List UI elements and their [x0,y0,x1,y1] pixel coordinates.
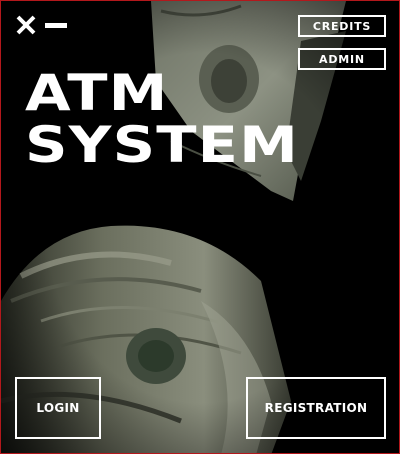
login-button[interactable]: LOGIN [15,377,101,439]
title-line-2: SYSTEM [25,116,300,174]
minimize-icon[interactable] [45,14,67,36]
close-icon[interactable] [15,14,37,36]
admin-button[interactable]: ADMIN [298,48,386,70]
title-line-1: ATM [25,64,169,122]
atm-window: CREDITS ADMIN ATM SYSTEM LOGIN REGISTRAT… [0,0,400,454]
window-controls [15,14,67,36]
credits-button[interactable]: CREDITS [298,15,386,37]
registration-button[interactable]: REGISTRATION [246,377,386,439]
page-title: ATM SYSTEM [25,67,299,171]
